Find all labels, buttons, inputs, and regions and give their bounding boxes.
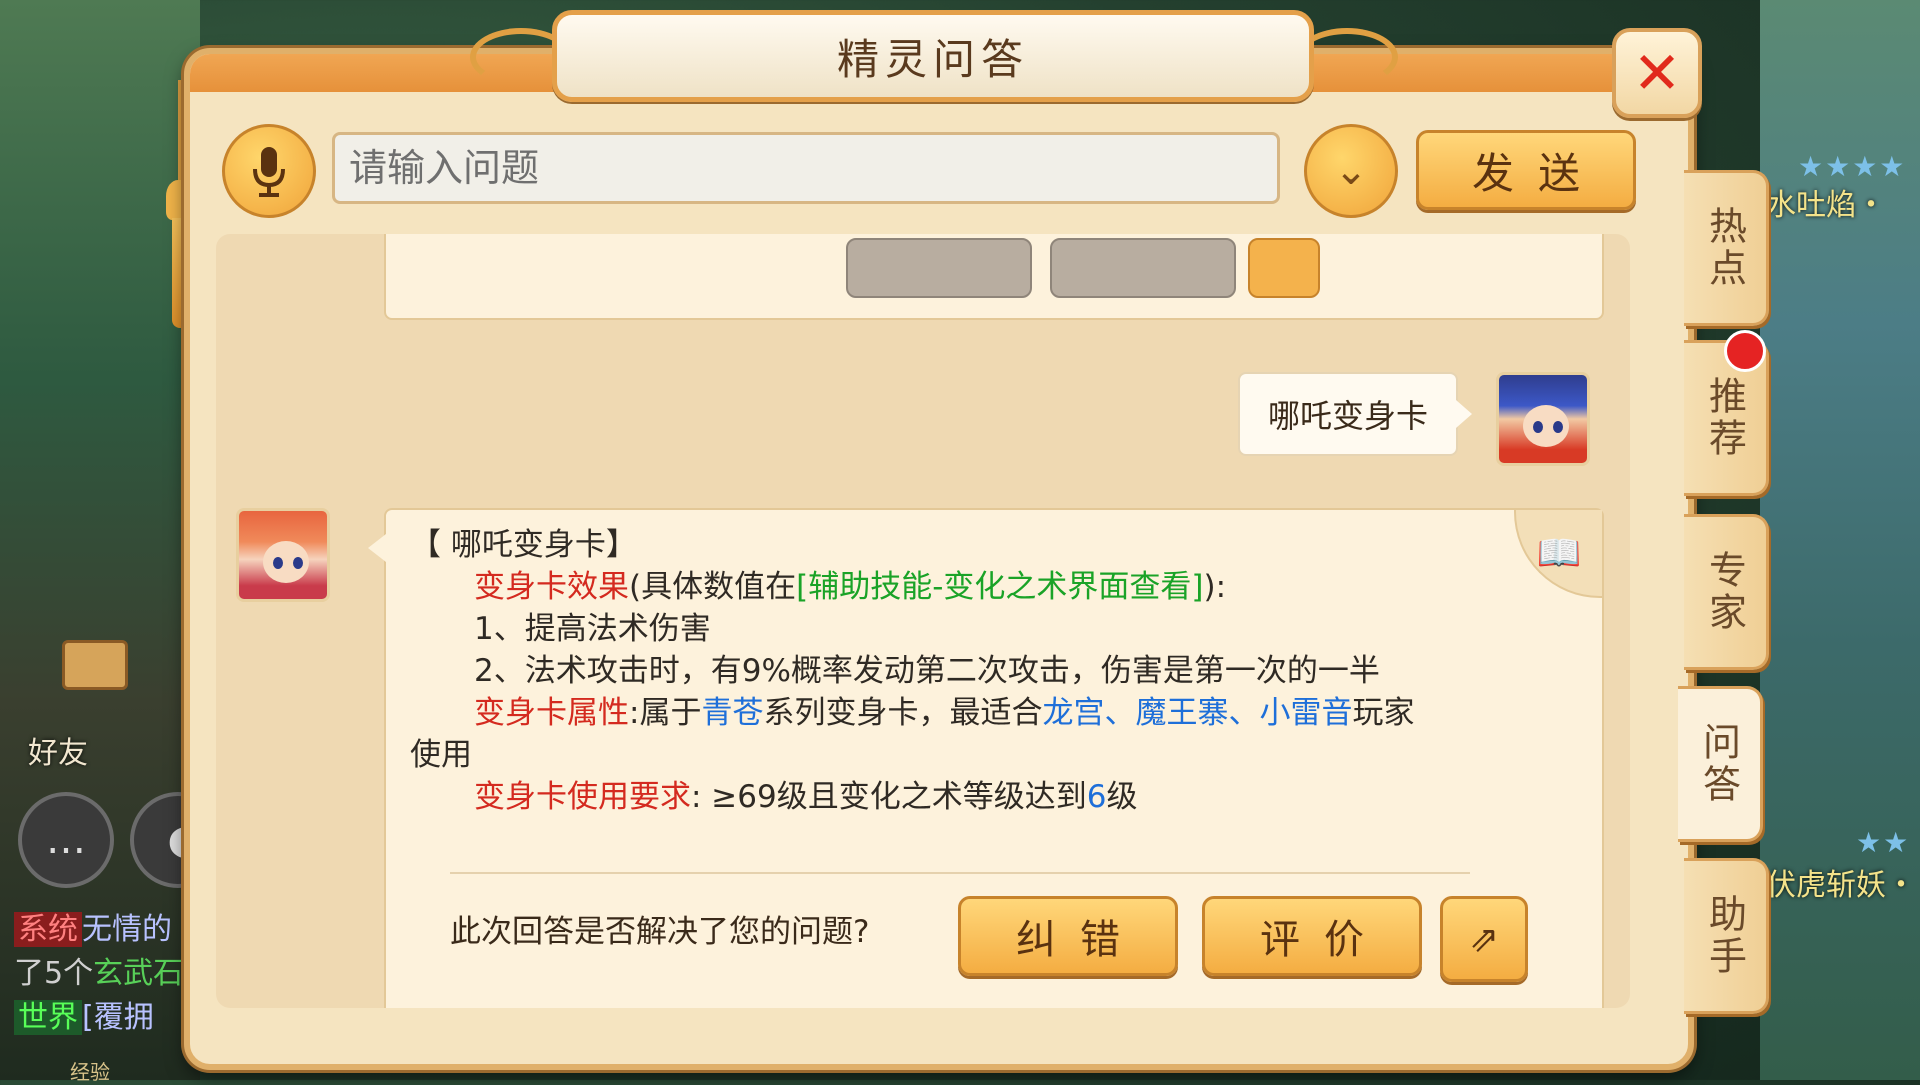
- answer-card: 📖 【 哪吒变身卡】 变身卡效果(具体数值在[辅助技能-变化之术界面查看]): …: [368, 508, 1604, 1008]
- microphone-icon: [253, 147, 285, 197]
- previous-rate-button[interactable]: [1050, 238, 1236, 298]
- effect-line: 变身卡效果(具体数值在[辅助技能-变化之术界面查看]):: [410, 566, 1550, 608]
- title-plate: 精灵问答: [552, 10, 1314, 102]
- chat-log: 系统 无情的 了5个玄武石 世界 [覆拥: [14, 908, 183, 1040]
- series-link[interactable]: 青苍: [701, 695, 763, 731]
- rate-button[interactable]: 评价: [1202, 896, 1422, 976]
- chat-tag-system: 系统: [14, 912, 82, 947]
- share-button[interactable]: ⇗: [1440, 896, 1528, 982]
- attribute-text: 系列变身卡，最适合: [763, 695, 1043, 731]
- mail-icon[interactable]: [62, 640, 128, 690]
- friend-label[interactable]: 好友: [28, 728, 88, 772]
- effect-paren-close: ):: [1203, 569, 1227, 605]
- attribute-label: 变身卡属性: [474, 695, 629, 731]
- attribute-line-cont: 使用: [410, 737, 472, 773]
- star-rating-icon: ★★★★: [1798, 150, 1907, 183]
- star-rating-icon: ★★: [1856, 826, 1911, 859]
- chat-tag-world: 世界: [14, 1000, 82, 1035]
- avatar-eye: [293, 557, 303, 569]
- microphone-button[interactable]: [222, 124, 316, 218]
- map-text-bottom: 伏虎斩妖・: [1766, 868, 1916, 903]
- requirement-line: 变身卡使用要求: ≥69级且变化之术等级达到6级: [410, 776, 1550, 818]
- tab-hot[interactable]: 热点: [1684, 170, 1769, 326]
- answer-text: 【 哪吒变身卡】 变身卡效果(具体数值在[辅助技能-变化之术界面查看]): 1、…: [410, 524, 1550, 818]
- map-text-top: 水吐焰・: [1766, 188, 1886, 223]
- requirement-level: 6: [1086, 779, 1107, 815]
- effect-item-1: 1、提高法术伤害: [474, 611, 711, 647]
- user-message-bubble: 哪吒变身卡: [1238, 372, 1472, 456]
- attribute-text: :属于: [629, 695, 702, 731]
- send-button[interactable]: 发送: [1416, 130, 1636, 210]
- question-input[interactable]: [332, 132, 1280, 204]
- effect-item-2: 2、法术攻击时，有9%概率发动第二次攻击，伤害是第一次的一半: [474, 653, 1380, 689]
- tab-assistant[interactable]: 助手: [1684, 858, 1769, 1014]
- user-avatar: [1496, 372, 1590, 466]
- attribute-line: 变身卡属性:属于青苍系列变身卡，最适合龙宫、魔王寨、小雷音玩家: [410, 692, 1550, 734]
- previous-correct-button[interactable]: [846, 238, 1032, 298]
- divider: [450, 872, 1470, 874]
- previous-share-button[interactable]: [1248, 238, 1320, 298]
- skill-link[interactable]: [辅助技能-变化之术界面查看]: [796, 569, 1203, 605]
- chat-text: [覆拥: [82, 1000, 154, 1035]
- conversation-area[interactable]: 哪吒变身卡 📖 【 哪吒变身卡】 变身卡效果(具体数值在[辅助技能-变化之术界面…: [216, 234, 1630, 1008]
- exp-label: 经验: [70, 1060, 110, 1084]
- requirement-label: 变身卡使用要求: [474, 779, 691, 815]
- correct-error-button[interactable]: 纠错: [958, 896, 1178, 976]
- history-dropdown-button[interactable]: ⌄: [1304, 124, 1398, 218]
- schools-link[interactable]: 龙宫、魔王寨、小雷音: [1042, 695, 1352, 731]
- notification-dot: [1724, 330, 1766, 372]
- attribute-text: 玩家: [1352, 695, 1415, 731]
- chat-item-link[interactable]: 玄武石: [93, 956, 183, 991]
- tab-qa[interactable]: 问答: [1678, 686, 1763, 842]
- tab-expert[interactable]: 专家: [1684, 514, 1769, 670]
- share-icon: ⇗: [1468, 918, 1500, 960]
- requirement-text: 级: [1106, 779, 1138, 815]
- close-icon: ✕: [1632, 39, 1682, 107]
- effect-label: 变身卡效果: [474, 569, 629, 605]
- answer-heading: 【 哪吒变身卡】: [410, 527, 637, 563]
- requirement-text: : ≥69级且变化之术等级达到: [691, 779, 1087, 815]
- chat-text: 了5个: [14, 956, 94, 991]
- chevron-down-icon: ⌄: [1334, 148, 1368, 194]
- avatar-eye: [1553, 421, 1563, 433]
- avatar-eye: [1533, 421, 1543, 433]
- previous-answer-card: [384, 234, 1604, 320]
- feedback-question: 此次回答是否解决了您的问题?: [450, 914, 870, 950]
- chat-bubble-icon[interactable]: …: [18, 792, 114, 888]
- chat-text: 无情的: [82, 912, 172, 947]
- window-title: 精灵问答: [836, 34, 1029, 84]
- npc-avatar: [236, 508, 330, 602]
- effect-paren-open: (具体数值在: [629, 569, 797, 605]
- avatar-eye: [273, 557, 283, 569]
- close-button[interactable]: ✕: [1612, 28, 1702, 118]
